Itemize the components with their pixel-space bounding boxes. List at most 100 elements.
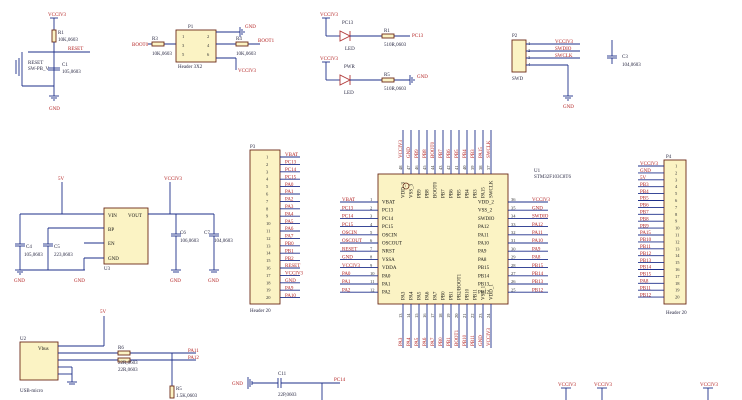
mcu-top-pin-name: VDD_3 bbox=[402, 182, 407, 198]
p4-net-label: PB12 bbox=[640, 252, 652, 257]
mcu-top-pin-name: PB7 bbox=[442, 189, 447, 198]
mcu-bottom-net: PA3 bbox=[399, 337, 404, 346]
mcu-bottom-pin-number: 16 bbox=[422, 313, 427, 318]
mcu-right-net: PB15 bbox=[532, 264, 544, 269]
mcu-bottom-pin-name: PB11 bbox=[474, 289, 479, 300]
mcu-right-pin-number: 30 bbox=[511, 246, 516, 251]
r4-ref: R4 bbox=[236, 37, 242, 42]
mcu-right-pin-name: PB15 bbox=[478, 266, 490, 271]
ldo-pin-gnd: GND bbox=[108, 257, 119, 262]
mcu-right-pin-name: PA12 bbox=[478, 225, 489, 230]
p4-net-label: 5V bbox=[640, 176, 647, 181]
p4-net-label: PB5 bbox=[640, 197, 649, 202]
p4-pin-number: 14 bbox=[675, 253, 680, 258]
mcu-top-net: PB7 bbox=[439, 149, 444, 158]
p3-pin-number: 14 bbox=[266, 251, 271, 256]
mcu-right-net: PA11 bbox=[532, 231, 543, 236]
mcu-bottom-net: BOOT1 bbox=[455, 329, 460, 346]
p3-body bbox=[249, 149, 281, 305]
swd-net-swclk: SWCLK bbox=[555, 54, 573, 59]
mcu-top-pin-number: 38 bbox=[478, 165, 483, 170]
boot1-net-label: BOOT1 bbox=[258, 39, 275, 44]
p4-net-label: PB6 bbox=[640, 204, 649, 209]
p3-net-label: PB1 bbox=[285, 249, 294, 254]
usb-pa12-label: PA12 bbox=[188, 356, 199, 361]
p3-net-label: PA1 bbox=[285, 190, 294, 195]
p3-pin-number: 13 bbox=[266, 243, 271, 248]
mcu-top-net: VCCIV3 bbox=[399, 139, 404, 158]
reset-net-label: RESET bbox=[68, 47, 83, 52]
osc-net-label: PC14 bbox=[334, 378, 346, 383]
swd-net-swdio: SWDIO bbox=[555, 47, 572, 52]
pullup-value: 1.5K,0603 bbox=[176, 394, 198, 399]
p3-net-label: PA9 bbox=[285, 286, 294, 291]
usb-vbus-pin: Vbus bbox=[38, 347, 49, 352]
mcu-right-net: PA8 bbox=[532, 256, 541, 261]
usb-pa11-label: PA11 bbox=[188, 349, 199, 354]
r7-value: 22R,0603 bbox=[118, 368, 138, 373]
mcu-bottom-net: VCCIV3 bbox=[487, 327, 492, 346]
mcu-left-pin-number: 10 bbox=[370, 271, 375, 276]
mcu-top-pin-number: 43 bbox=[438, 165, 443, 170]
mcu-u1: U1 STM32F103C8T6 VBAT 1 VBAT PC13 2 PC13 PC14 3… bbox=[340, 130, 571, 348]
p3-net-label: PA2 bbox=[285, 198, 294, 203]
svg-text:3: 3 bbox=[528, 55, 531, 60]
mcu-left-pin-name: NRST bbox=[382, 250, 395, 255]
mcu-right-pin-name: PB14 bbox=[478, 274, 490, 279]
pc13-r-ref: R1 bbox=[384, 29, 390, 34]
mcu-right-pin-name: PA9 bbox=[478, 250, 487, 255]
pwr-vcc-label: VCCIV3 bbox=[320, 57, 339, 62]
ldo-pin-bp: BP bbox=[108, 228, 114, 233]
mcu-value: STM32F103C8T6 bbox=[534, 175, 571, 180]
mcu-bottom-pin-number: 20 bbox=[454, 313, 459, 318]
schematic-canvas: VCCIV3 R1 10K,0603 RESET RESET SW-PB_V C… bbox=[14, 13, 719, 400]
pwr-led-value: LED bbox=[344, 91, 354, 96]
mcu-ref: U1 bbox=[534, 169, 541, 174]
mcu-bottom-pin-number: 15 bbox=[414, 313, 419, 318]
p3-net-label: PA3 bbox=[285, 205, 294, 210]
mcu-right-pin-number: 31 bbox=[511, 238, 516, 243]
mcu-right-pin-number: 34 bbox=[511, 214, 516, 219]
resistor-pullup bbox=[169, 385, 175, 399]
c1-value: 105,0603 bbox=[62, 70, 81, 75]
boot0-net-label: BOOT0 bbox=[132, 43, 149, 48]
pullup-ref: R5 bbox=[176, 387, 182, 392]
pwr-r-value: 510R,0603 bbox=[384, 87, 407, 92]
mcu-bottom-pin-number: 17 bbox=[430, 313, 435, 318]
mcu-left-net: GND bbox=[342, 256, 353, 261]
mcu-left-pin-name: PA2 bbox=[382, 291, 391, 296]
osc-circuit: GND C11 22P,0603 PC14 bbox=[232, 372, 346, 400]
mcu-left-net: OSCOUT bbox=[342, 239, 362, 244]
pc13-led-ref: PC13 bbox=[342, 21, 354, 26]
usb-value: USB-micro bbox=[20, 389, 44, 394]
mcu-right-net: SWDIO bbox=[532, 215, 549, 220]
p4-net-label: PB15 bbox=[640, 273, 652, 278]
mcu-left-pin-number: 3 bbox=[370, 214, 373, 219]
mcu-bottom-pin-name: PB1 bbox=[450, 291, 455, 300]
c6-ref: C6 bbox=[180, 231, 186, 236]
bottom-vcc-1: VCCIV3 bbox=[558, 383, 577, 388]
mcu-bottom-pin-name: VSS_1 bbox=[482, 285, 487, 300]
c7-value: 104,0603 bbox=[214, 239, 233, 244]
mcu-top-pin-number: 42 bbox=[446, 166, 451, 171]
reset-vcc-label: VCCIV3 bbox=[48, 13, 67, 18]
p4-pin-number: 16 bbox=[675, 267, 680, 272]
c4-ref: C4 bbox=[26, 245, 32, 250]
mcu-bottom-pin-number: 22 bbox=[470, 314, 475, 319]
resistor-r1 bbox=[51, 29, 57, 43]
mcu-top-net: PB4 bbox=[463, 149, 468, 158]
p4-net-label: PB11 bbox=[640, 245, 651, 250]
mcu-left-pin-name: VBAT bbox=[382, 201, 395, 206]
p1-value: Header 3X2 bbox=[178, 65, 203, 70]
mcu-left-net: PC15 bbox=[342, 223, 354, 228]
p4-net-label: PB3 bbox=[640, 183, 649, 188]
p3-value: Header 20 bbox=[250, 309, 271, 314]
boot-circuit: BOOT0 R3 10K,0603 P1 Header 3X2 12 34 56… bbox=[132, 25, 275, 74]
mcu-right-pin-name: VSS_2 bbox=[478, 209, 493, 214]
p4-pin-number: 20 bbox=[675, 295, 680, 300]
p3-net-label: PB0 bbox=[285, 242, 294, 247]
mcu-bottom-pin-name: PB0 bbox=[442, 291, 447, 300]
mcu-top-pin-number: 45 bbox=[422, 165, 427, 170]
mcu-top-net: PB5 bbox=[455, 149, 460, 158]
p3-net-label: PA6 bbox=[285, 227, 294, 232]
